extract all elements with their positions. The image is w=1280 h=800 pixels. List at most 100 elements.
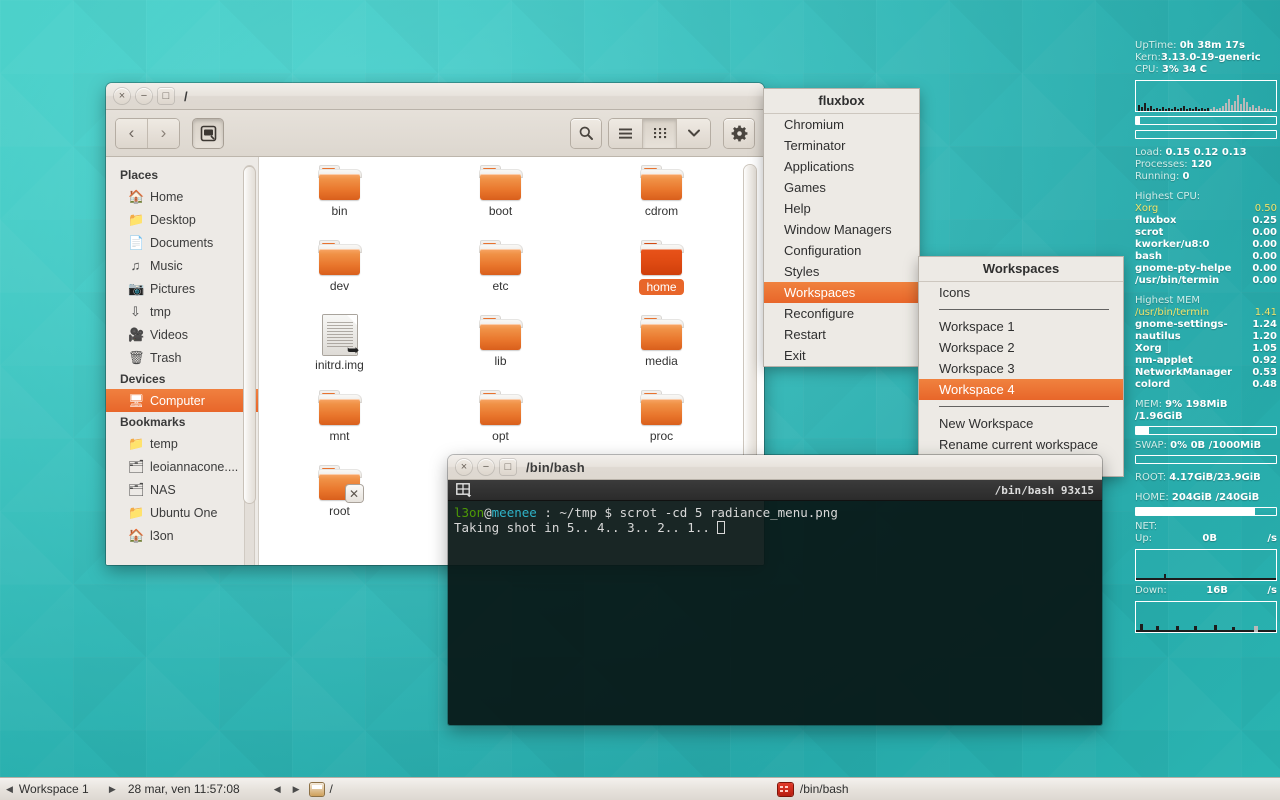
close-icon[interactable]: × <box>456 459 472 475</box>
swap-value: 0% 0B /1000MiB <box>1170 440 1261 451</box>
workspace-next-icon[interactable]: ▶ <box>103 784 122 795</box>
sidebar-item-documents[interactable]: 📄 Documents <box>106 231 258 254</box>
list-view-icon[interactable] <box>609 119 643 148</box>
menu-item-help[interactable]: Help <box>764 198 919 219</box>
sidebar-scrollbar-thumb[interactable] <box>244 167 255 503</box>
menu-item-window-managers[interactable]: Window Managers <box>764 219 919 240</box>
file-item[interactable]: ✕ root <box>259 465 420 528</box>
menu-item-terminator[interactable]: Terminator <box>764 135 919 156</box>
sidebar-item-label: temp <box>150 437 178 451</box>
sidebar-item-temp[interactable]: 📁 temp <box>106 432 258 455</box>
terminal-output-line: Taking shot in 5.. 4.. 3.. 2.. 1.. <box>454 520 1096 535</box>
menu-item-workspaces[interactable]: Workspaces <box>764 282 919 303</box>
sidebar-item-tmp[interactable]: ⇩ tmp <box>106 300 258 323</box>
process-value: 0.25 <box>1252 215 1277 227</box>
sidebar-item-pictures[interactable]: 📷 Pictures <box>106 277 258 300</box>
sidebar-item-computer[interactable]: 🖥 Computer <box>106 389 258 412</box>
window-cycler[interactable]: ◀ ▶ <box>268 784 306 795</box>
terminal-layout-icon[interactable] <box>456 483 472 498</box>
file-item[interactable]: etc <box>420 240 581 303</box>
terminal-window[interactable]: × − □ /bin/bash /bin/bash 93x15 l3on@mee… <box>448 455 1102 725</box>
window-prev-icon[interactable]: ◀ <box>268 784 287 795</box>
file-item[interactable]: mnt <box>259 390 420 453</box>
computer-icon[interactable] <box>193 119 223 148</box>
process-value: 0.00 <box>1252 227 1277 239</box>
menu-item-icons[interactable]: Icons <box>919 282 1123 303</box>
file-list-scrollbar-thumb[interactable] <box>744 165 756 483</box>
file-manager-toolbar: ‹ › <box>106 110 764 157</box>
fluxbox-root-menu[interactable]: fluxbox Chromium Terminator Applications… <box>764 89 919 366</box>
file-item[interactable]: ➥ initrd.img <box>259 315 420 378</box>
menu-item-configuration[interactable]: Configuration <box>764 240 919 261</box>
sidebar-scrollbar[interactable] <box>244 165 255 565</box>
workspace-switcher[interactable]: ◀ Workspace 1 ▶ <box>0 782 122 796</box>
icon-view-icon[interactable] <box>643 119 677 148</box>
file-item[interactable]: media <box>581 315 742 378</box>
folder-icon <box>479 315 523 351</box>
menu-item-rename-workspace[interactable]: Rename current workspace <box>919 434 1123 455</box>
forward-button[interactable]: › <box>148 119 179 148</box>
maximize-icon[interactable]: □ <box>500 459 516 475</box>
file-item[interactable]: cdrom <box>581 165 742 228</box>
sidebar-item-home[interactable]: 🏠 Home <box>106 185 258 208</box>
sidebar-item-music[interactable]: ♫ Music <box>106 254 258 277</box>
workspace-prev-icon[interactable]: ◀ <box>0 784 19 795</box>
cpu-value: 3% 34 C <box>1162 64 1207 75</box>
sidebar-item-desktop[interactable]: 📁 Desktop <box>106 208 258 231</box>
menu-item-new-workspace[interactable]: New Workspace <box>919 413 1123 434</box>
file-item[interactable]: dev <box>259 240 420 303</box>
menu-item-chromium[interactable]: Chromium <box>764 114 919 135</box>
gear-glyph <box>731 125 748 142</box>
close-icon[interactable]: × <box>114 88 130 104</box>
places-sidebar[interactable]: Places 🏠 Home 📁 Desktop 📄 Documents ♫ Mu… <box>106 157 259 565</box>
search-icon[interactable] <box>571 119 601 148</box>
terminal-screen[interactable]: l3on@meenee : ~/tmp $ scrot -cd 5 radian… <box>448 501 1102 725</box>
menu-item-styles[interactable]: Styles <box>764 261 919 282</box>
sidebar-item-ubuntu-one[interactable]: 📁 Ubuntu One <box>106 501 258 524</box>
taskbar[interactable]: ◀ Workspace 1 ▶ 28 mar, ven 11:57:08 ◀ ▶… <box>0 777 1280 800</box>
sidebar-item-videos[interactable]: 🎥 Videos <box>106 323 258 346</box>
menu-item-restart[interactable]: Restart <box>764 324 919 345</box>
fluxbox-workspaces-menu[interactable]: Workspaces Icons Workspace 1 Workspace 2… <box>919 257 1123 476</box>
minimize-icon[interactable]: − <box>478 459 494 475</box>
gear-icon[interactable] <box>724 119 754 148</box>
back-button[interactable]: ‹ <box>116 119 148 148</box>
window-next-icon[interactable]: ▶ <box>287 784 306 795</box>
file-item[interactable]: opt <box>420 390 581 453</box>
file-item[interactable]: proc <box>581 390 742 453</box>
navigation-buttons: ‹ › <box>116 119 179 148</box>
file-item[interactable]: boot <box>420 165 581 228</box>
menu-item-workspace-1[interactable]: Workspace 1 <box>919 316 1123 337</box>
menu-item-workspace-2[interactable]: Workspace 2 <box>919 337 1123 358</box>
chevron-down-icon[interactable] <box>677 119 710 148</box>
terminal-titlebar[interactable]: × − □ /bin/bash <box>448 455 1102 480</box>
sidebar-item-l3on[interactable]: 🏠 l3on <box>106 524 258 547</box>
mem-bar <box>1135 426 1277 435</box>
minimize-icon[interactable]: − <box>136 88 152 104</box>
file-item-label: bin <box>331 204 347 218</box>
file-item-label: lib <box>494 354 506 368</box>
taskbar-item-terminal[interactable]: /bin/bash <box>760 782 849 796</box>
sidebar-item-nas[interactable]: 🗂 NAS <box>106 478 258 501</box>
load-value: 0.15 0.12 0.13 <box>1166 147 1247 158</box>
sidebar-item-trash[interactable]: 🗑 Trash <box>106 346 258 369</box>
conky-swap-row: SWAP: 0% 0B /1000MiB <box>1135 440 1277 452</box>
file-manager-titlebar[interactable]: × − □ / <box>106 83 764 110</box>
menu-item-reconfigure[interactable]: Reconfigure <box>764 303 919 324</box>
music-icon: ♫ <box>128 259 143 272</box>
conky-running-row: Running: 0 <box>1135 171 1277 183</box>
sidebar-item-leoiannacone[interactable]: 🗂 leoiannacone.... <box>106 455 258 478</box>
menu-item-games[interactable]: Games <box>764 177 919 198</box>
file-item-selected[interactable]: home <box>581 240 742 303</box>
menu-item-applications[interactable]: Applications <box>764 156 919 177</box>
menu-item-exit[interactable]: Exit <box>764 345 919 366</box>
menu-item-workspace-3[interactable]: Workspace 3 <box>919 358 1123 379</box>
menu-item-workspace-4[interactable]: Workspace 4 <box>919 379 1123 400</box>
file-list-scrollbar[interactable] <box>748 161 760 481</box>
taskbar-item-file-manager[interactable]: / <box>306 782 333 796</box>
file-item[interactable]: bin <box>259 165 420 228</box>
maximize-icon[interactable]: □ <box>158 88 174 104</box>
file-item[interactable]: lib <box>420 315 581 378</box>
folder-icon <box>318 165 362 201</box>
grid-glyph <box>653 127 667 139</box>
